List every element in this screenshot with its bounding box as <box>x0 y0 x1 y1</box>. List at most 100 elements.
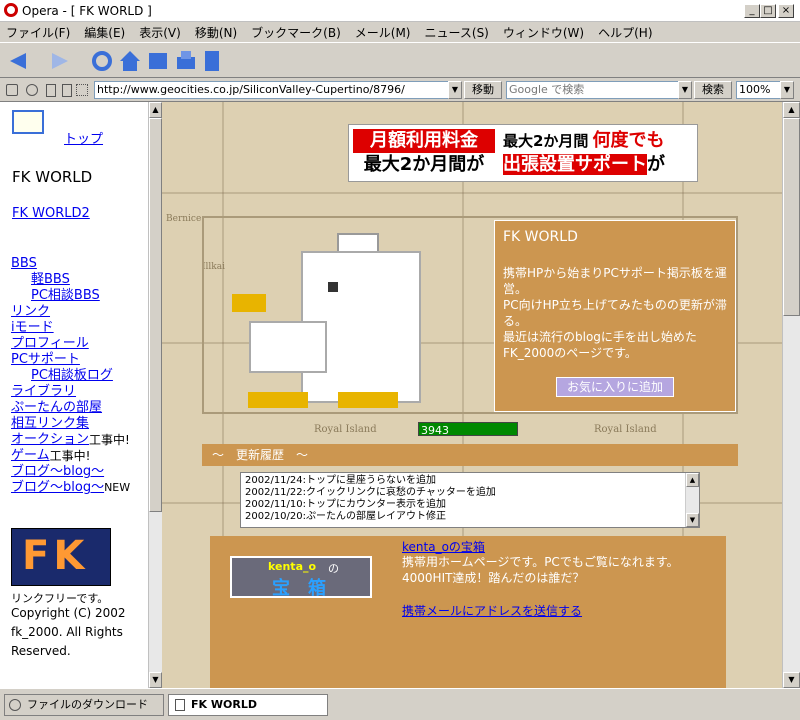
history-item: 2002/11/10:トップにカウンター表示を追加 <box>245 499 447 510</box>
sidebar-item-label[interactable]: iモード <box>11 320 148 336</box>
main-scrollbar[interactable]: ▲ ▼ <box>782 102 800 688</box>
hit-counter: 3943 <box>418 422 518 437</box>
back-icon[interactable] <box>8 51 28 71</box>
sidebar-item-pc-log: PC相談板ログ <box>11 368 148 384</box>
history-scrollbar[interactable]: ▲ ▼ <box>685 473 699 527</box>
url-dropdown-button[interactable]: ▼ <box>448 81 462 99</box>
download-tab-label: ファイルのダウンロード <box>27 698 148 711</box>
sidebar-item-pootan: ぷーたんの部屋 <box>11 400 148 416</box>
reload-icon[interactable] <box>90 49 114 73</box>
maximize-button[interactable]: □ <box>760 4 776 18</box>
sidebar-item-mutual-links: 相互リンク集 <box>11 416 148 432</box>
search-dropdown-button[interactable]: ▼ <box>678 81 692 99</box>
sidebar-top-link[interactable]: トップ <box>64 132 103 148</box>
status-bar: ファイルのダウンロード FK WORLD <box>0 688 800 720</box>
banner-line2d: が <box>647 154 665 175</box>
kenta-description: 携帯用ホームページです。PCでもご覧になれます。 <box>402 555 679 569</box>
sidebar-frame: トップ FK WORLD FK WORLD2 BBS 軽BBS PC相談BBS … <box>0 102 148 688</box>
map-label: Bernice <box>166 214 202 224</box>
window-title: Opera - [ FK WORLD ] <box>22 3 152 18</box>
scroll-down-icon[interactable]: ▼ <box>149 672 162 688</box>
document-icon[interactable] <box>62 84 72 97</box>
sidebar-item-label[interactable]: ライブラリ <box>11 384 148 400</box>
sidebar-item-label[interactable]: PCサポート <box>11 352 148 368</box>
kenta-banner[interactable]: kenta_o の 宝 箱 <box>230 556 372 599</box>
sidebar-item-label[interactable]: BBS <box>11 256 148 272</box>
forward-icon[interactable] <box>50 51 70 71</box>
sidebar-item-note: 工事中! <box>49 449 91 463</box>
go-button[interactable]: 移動 <box>464 81 502 99</box>
sidebar-scrollbar[interactable]: ▲ ▼ <box>148 102 162 688</box>
sidebar-item-label[interactable]: 軽BBS <box>31 272 148 288</box>
scroll-thumb[interactable] <box>783 118 800 316</box>
page-icon <box>175 699 185 711</box>
sidebar-fk2-link[interactable]: FK WORLD2 <box>12 206 90 222</box>
scroll-down-icon[interactable]: ▼ <box>686 513 699 527</box>
banner-line2c: 出張設置サポート <box>503 154 647 175</box>
scroll-up-icon[interactable]: ▲ <box>686 473 699 487</box>
bookmarks-icon[interactable] <box>146 49 170 73</box>
kenta-banner-title: 宝 箱 <box>272 578 326 599</box>
sidebar-item-label[interactable]: ブログ～blog～ <box>11 464 148 480</box>
banner-right: 最大2か月間 何度でも 出張設置サポートが <box>503 129 695 179</box>
download-icon <box>9 699 21 711</box>
menu-mail[interactable]: メール(M) <box>355 24 411 41</box>
sidebar-item-label[interactable]: PC相談板ログ <box>31 368 148 384</box>
opera-logo-icon <box>4 3 18 17</box>
sidebar-item-label[interactable]: ぷーたんの部屋 <box>11 400 148 416</box>
menu-view[interactable]: 表示(V) <box>139 24 181 41</box>
sidebar-item-label[interactable]: プロフィール <box>11 336 148 352</box>
main-frame: Bernice Illkai 月額利用料金 最大2か月間が 最大2か月間 何度でも… <box>162 102 782 688</box>
banner-line1a: 月額利用料金 <box>353 129 495 153</box>
send-mail-link[interactable]: 携帯メールにアドレスを送信する <box>402 602 582 619</box>
address-toolbar: http://www.geocities.co.jp/SiliconValley… <box>0 78 800 102</box>
search-input[interactable]: Google で検索 <box>506 81 692 99</box>
scroll-up-icon[interactable]: ▲ <box>149 102 162 118</box>
close-button[interactable]: × <box>778 4 794 18</box>
menu-window[interactable]: ウィンドウ(W) <box>503 24 584 41</box>
profile-panel: FK WORLD 携帯HPから始まりPCサポート掲示板を運営。 PC向けHP立ち… <box>494 220 736 412</box>
scroll-up-icon[interactable]: ▲ <box>783 102 800 118</box>
map-label: Royal Island <box>314 424 377 435</box>
menu-file[interactable]: ファイル(F) <box>6 24 70 41</box>
sidebar-item-label[interactable]: リンク <box>11 304 148 320</box>
scroll-down-icon[interactable]: ▼ <box>783 672 800 688</box>
window-tab-fk-world[interactable]: FK WORLD <box>168 694 328 716</box>
kenta-banner-no: の <box>328 562 339 575</box>
sidebar-item-label[interactable]: オークション <box>11 432 89 448</box>
menu-help[interactable]: ヘルプ(H) <box>598 24 652 41</box>
sidebar-item-label[interactable]: 相互リンク集 <box>11 416 148 432</box>
print-icon[interactable] <box>174 49 198 73</box>
menu-edit[interactable]: 編集(E) <box>84 24 125 41</box>
history-item: 2002/10/20:ぷーたんの部屋レイアウト修正 <box>245 511 447 522</box>
kenta-hit-text: 4000HIT達成！踏んだのは誰だ？ <box>402 571 585 585</box>
scroll-thumb[interactable] <box>149 118 162 512</box>
history-item: 2002/11/22:クイックリンクに哀愁のチャッターを追加 <box>245 487 496 498</box>
page-icon[interactable] <box>202 49 222 73</box>
search-button[interactable]: 検索 <box>694 81 732 99</box>
zoom-dropdown-button[interactable]: ▼ <box>780 81 794 99</box>
url-input[interactable]: http://www.geocities.co.jp/SiliconValley… <box>94 81 462 99</box>
settings-icon[interactable] <box>76 84 88 96</box>
menu-navigate[interactable]: 移動(N) <box>195 24 237 41</box>
sidebar-site-title: FK WORLD <box>12 168 93 186</box>
home-icon[interactable] <box>118 49 142 73</box>
menu-bookmarks[interactable]: ブックマーク(B) <box>251 24 341 41</box>
sidebar-item-label[interactable]: ゲーム <box>11 448 50 464</box>
banner-ad[interactable]: 月額利用料金 最大2か月間が 最大2か月間 何度でも 出張設置サポートが <box>348 124 698 182</box>
title-bar: Opera - [ FK WORLD ] _ □ × <box>0 0 800 22</box>
minimize-button[interactable]: _ <box>744 4 760 18</box>
sidebar-links: BBS 軽BBS PC相談BBS リンク iモード プロフィール PCサポート … <box>11 256 148 496</box>
fk-logo[interactable]: FK <box>11 528 111 586</box>
camera-icon[interactable] <box>26 84 38 96</box>
security-icon[interactable] <box>6 84 18 96</box>
duck-mascot-icon <box>232 233 421 408</box>
sidebar-item-label[interactable]: PC相談BBS <box>31 288 148 304</box>
add-favorite-button[interactable]: お気に入りに追加 <box>556 377 674 397</box>
document-icon[interactable] <box>46 84 56 97</box>
kenta-link[interactable]: kenta_oの宝箱 <box>402 538 485 555</box>
sidebar-item-label[interactable]: ブログ～blog～ <box>11 480 104 496</box>
menu-news[interactable]: ニュース(S) <box>424 24 488 41</box>
profile-box: FK WORLD 携帯HPから始まりPCサポート掲示板を運営。 PC向けHP立ち… <box>202 216 738 414</box>
download-tab[interactable]: ファイルのダウンロード <box>4 694 164 716</box>
